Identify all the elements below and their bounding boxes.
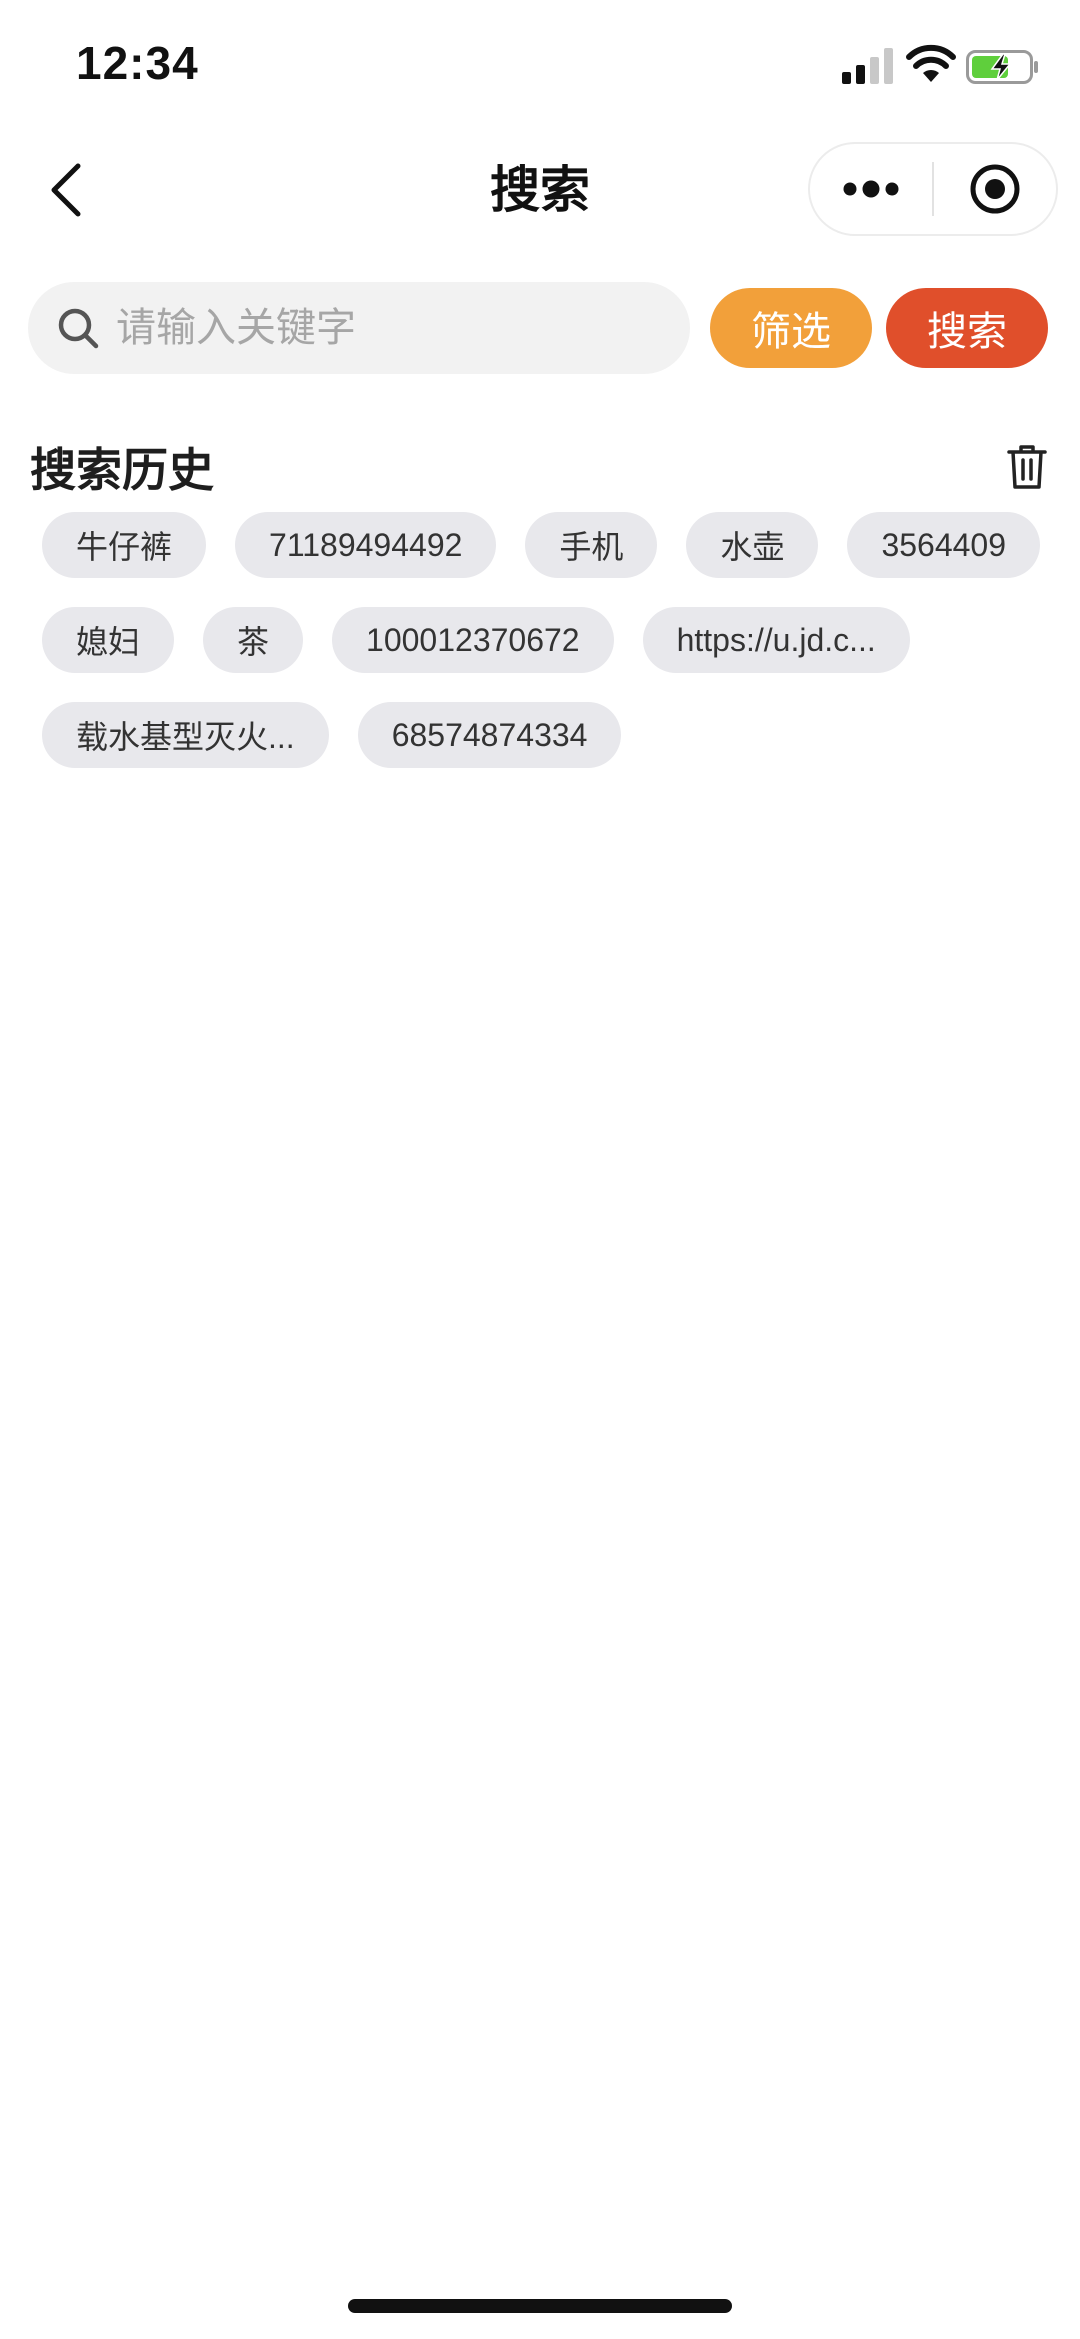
close-mini-program-button[interactable] bbox=[934, 144, 1056, 234]
trash-icon bbox=[1007, 445, 1047, 489]
history-tag[interactable]: 水壶 bbox=[686, 512, 819, 578]
nav-bar: 搜索 bbox=[0, 130, 1080, 250]
history-tag-list: 牛仔裤 71189494492 手机 水壶 3564409 媳妇 茶 10001… bbox=[42, 512, 1052, 768]
more-dots-icon bbox=[843, 180, 899, 198]
history-tag[interactable]: https://u.jd.c... bbox=[642, 607, 910, 673]
mini-program-capsule bbox=[808, 142, 1058, 236]
home-indicator bbox=[348, 2299, 732, 2313]
history-tag[interactable]: 媳妇 bbox=[42, 607, 175, 673]
battery-charging-icon bbox=[966, 50, 1038, 84]
history-header: 搜索历史 bbox=[0, 430, 1080, 500]
history-tag[interactable]: 茶 bbox=[203, 607, 304, 673]
search-icon bbox=[58, 308, 99, 349]
filter-button[interactable]: 筛选 bbox=[710, 288, 872, 368]
wifi-icon bbox=[906, 44, 956, 82]
search-page: 12:34 搜索 请输入关键字 筛选 搜索 搜索历史 牛仔裤 711894944… bbox=[0, 0, 1080, 2339]
history-tag[interactable]: 71189494492 bbox=[235, 512, 497, 578]
history-tag[interactable]: 载水基型灭火... bbox=[42, 702, 329, 768]
more-button[interactable] bbox=[810, 144, 932, 234]
clear-history-button[interactable] bbox=[1002, 440, 1052, 494]
search-input[interactable] bbox=[116, 288, 676, 368]
history-tag[interactable]: 牛仔裤 bbox=[42, 512, 207, 578]
status-bar: 12:34 bbox=[0, 0, 1080, 130]
search-row: 筛选 搜索 bbox=[0, 282, 1080, 376]
search-button[interactable]: 搜索 bbox=[886, 288, 1048, 368]
cellular-signal-icon bbox=[842, 48, 893, 84]
history-title: 搜索历史 bbox=[30, 444, 214, 496]
target-close-icon bbox=[970, 164, 1020, 214]
history-tag[interactable]: 68574874334 bbox=[357, 702, 622, 768]
history-tag[interactable]: 100012370672 bbox=[332, 607, 614, 673]
search-box bbox=[28, 282, 690, 374]
history-tag[interactable]: 3564409 bbox=[847, 512, 1041, 578]
status-time: 12:34 bbox=[76, 37, 199, 89]
history-tag[interactable]: 手机 bbox=[525, 512, 658, 578]
